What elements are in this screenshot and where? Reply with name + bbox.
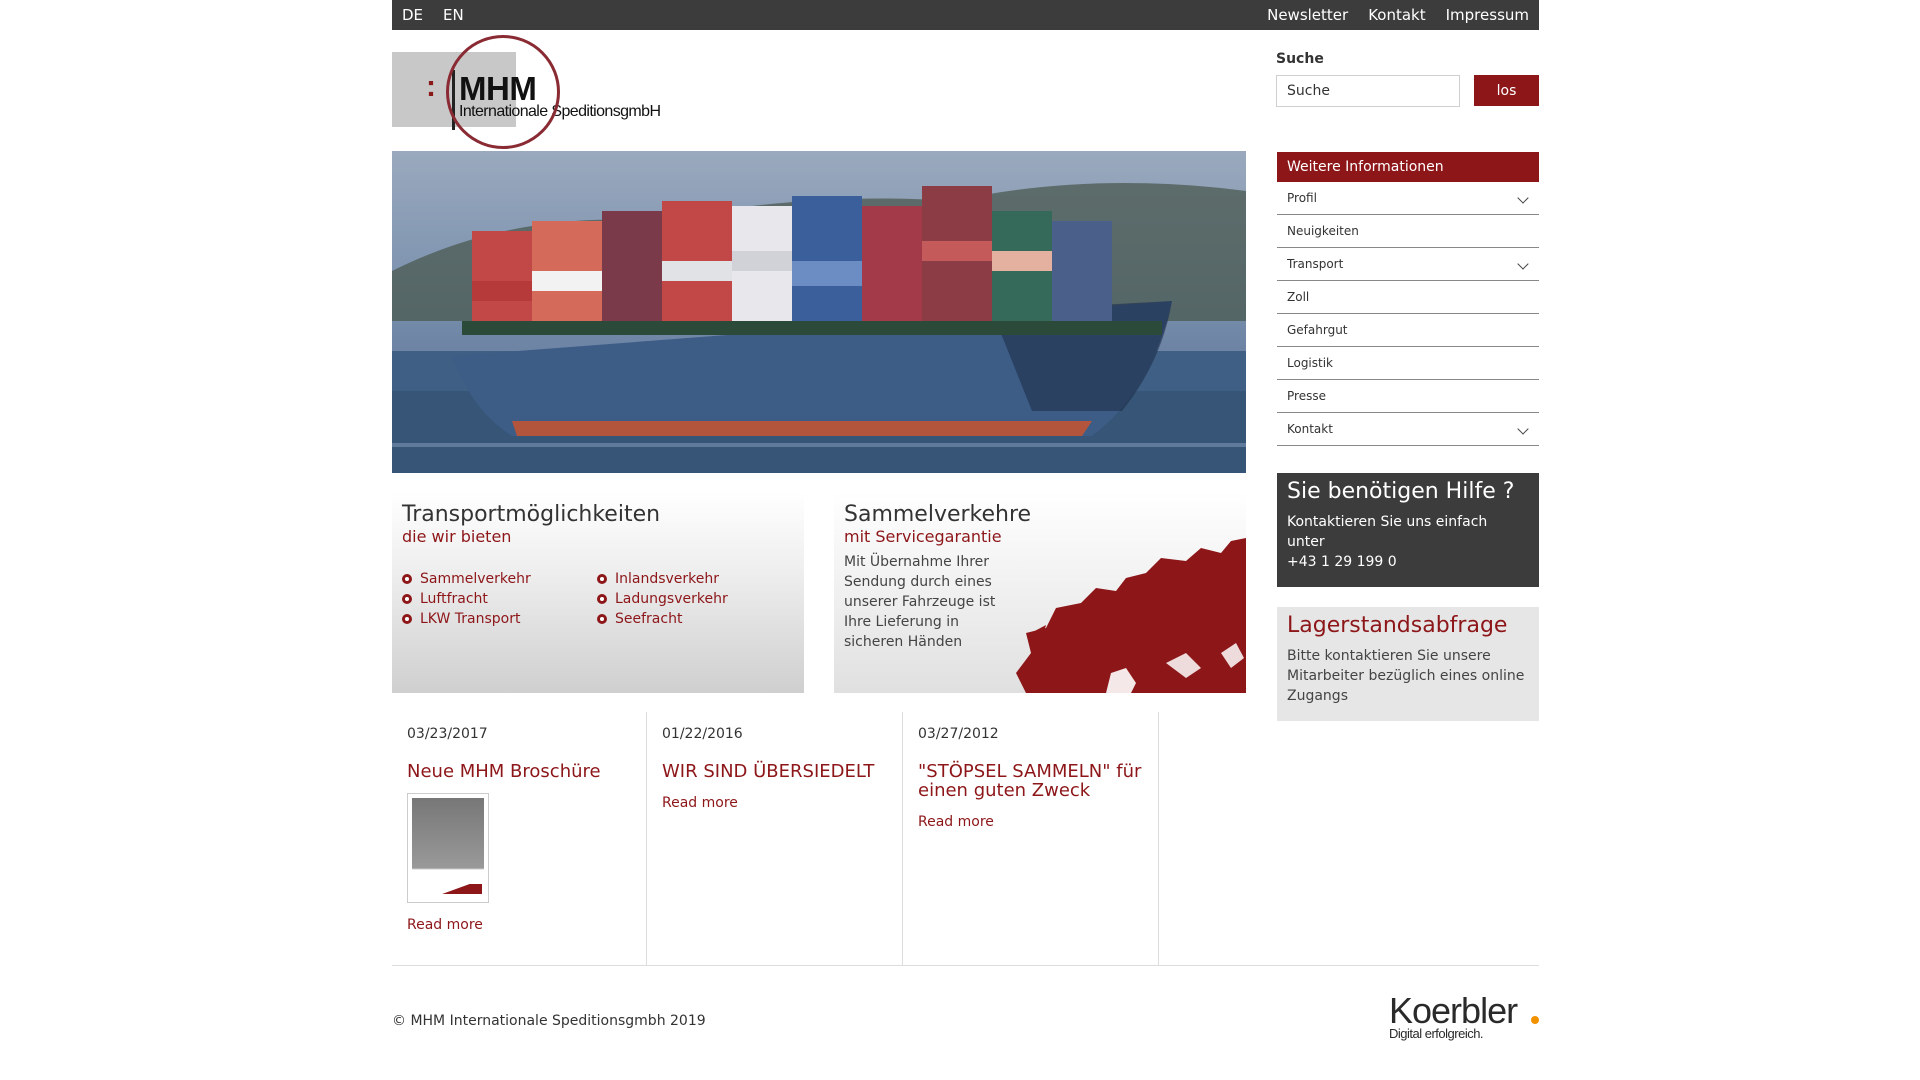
sidebar-item-kontakt[interactable]: Kontakt bbox=[1277, 413, 1539, 446]
bullet-icon bbox=[402, 594, 412, 604]
chevron-down-icon[interactable] bbox=[1517, 258, 1529, 270]
search-box: Suche los bbox=[1276, 51, 1539, 107]
transport-subtitle: die wir bieten bbox=[402, 527, 512, 546]
link-label: LKW Transport bbox=[420, 611, 521, 627]
sidebar-item-label: Zoll bbox=[1287, 290, 1310, 304]
link-label: Sammelverkehr bbox=[420, 571, 531, 587]
sidebar-item-neuigkeiten[interactable]: Neuigkeiten bbox=[1277, 215, 1539, 248]
sidebar-item-label: Kontakt bbox=[1287, 422, 1333, 436]
footer-divider bbox=[392, 965, 1539, 966]
help-text: Kontaktieren Sie uns einfach unter bbox=[1287, 514, 1488, 550]
news-title[interactable]: "STÖPSEL SAMMELN" für einen guten Zweck bbox=[918, 762, 1143, 800]
stock-query-title[interactable]: Lagerstandsabfrage bbox=[1287, 613, 1529, 638]
bullet-icon bbox=[597, 594, 607, 604]
news-date: 03/27/2012 bbox=[918, 726, 999, 742]
kontakt-link[interactable]: Kontakt bbox=[1368, 6, 1425, 24]
transport-link-ladungsverkehr[interactable]: Ladungsverkehr bbox=[597, 590, 792, 608]
sidebar-title: Weitere Informationen bbox=[1277, 152, 1539, 182]
bullet-icon bbox=[402, 574, 412, 584]
language-switcher: DE EN bbox=[402, 6, 464, 24]
koerbler-tagline: Digital erfolgreich. bbox=[1389, 1026, 1484, 1041]
page: DE EN Newsletter Kontakt Impressum : MHM… bbox=[392, 0, 1539, 1080]
news-date: 01/22/2016 bbox=[662, 726, 743, 742]
stock-query-box[interactable]: Lagerstandsabfrage Bitte kontaktieren Si… bbox=[1277, 607, 1539, 721]
transport-options-box: Transportmöglichkeiten die wir bieten Sa… bbox=[392, 492, 804, 693]
sidebar-item-zoll[interactable]: Zoll bbox=[1277, 281, 1539, 314]
transport-link-luftfracht[interactable]: Luftfracht bbox=[402, 590, 597, 608]
sammel-title: Sammelverkehre bbox=[844, 502, 1032, 527]
news-item: 03/27/2012 "STÖPSEL SAMMELN" für einen g… bbox=[903, 712, 1159, 965]
sidebar-item-label: Gefahrgut bbox=[1287, 323, 1348, 337]
logo-colon: : bbox=[426, 70, 436, 103]
transport-link-seefracht[interactable]: Seefracht bbox=[597, 610, 792, 628]
read-more-link[interactable]: Read more bbox=[918, 814, 1143, 830]
help-title: Sie benötigen Hilfe ? bbox=[1287, 479, 1515, 504]
koerbler-dot bbox=[1531, 1016, 1539, 1024]
link-label: Luftfracht bbox=[420, 591, 488, 607]
sidebar-nav: Weitere Informationen Profil Neuigkeiten… bbox=[1277, 152, 1539, 446]
sidebar-item-label: Presse bbox=[1287, 389, 1326, 403]
lang-en-link[interactable]: EN bbox=[443, 6, 464, 24]
bullet-icon bbox=[597, 614, 607, 624]
search-label: Suche bbox=[1276, 51, 1324, 67]
transport-link-sammelverkehr[interactable]: Sammelverkehr bbox=[402, 570, 597, 588]
search-button[interactable]: los bbox=[1474, 75, 1539, 106]
read-more-link[interactable]: Read more bbox=[662, 795, 887, 811]
copyright-text: © MHM Internationale Speditionsgmbh 2019 bbox=[392, 1013, 706, 1029]
container-ship-illustration bbox=[392, 183, 1246, 473]
news-title[interactable]: Neue MHM Broschüre bbox=[407, 762, 631, 781]
sidebar-item-logistik[interactable]: Logistik bbox=[1277, 347, 1539, 380]
stock-query-text: Bitte kontaktieren Sie unsere Mitarbeite… bbox=[1287, 648, 1525, 704]
news-date: 03/23/2017 bbox=[407, 726, 488, 742]
transport-link-lkw[interactable]: LKW Transport bbox=[402, 610, 597, 628]
news-title[interactable]: WIR SIND ÜBERSIEDELT bbox=[662, 762, 887, 781]
sidebar-item-label: Logistik bbox=[1287, 356, 1334, 370]
search-input[interactable] bbox=[1276, 75, 1460, 107]
top-bar: DE EN Newsletter Kontakt Impressum bbox=[392, 0, 1539, 30]
hero-image bbox=[392, 151, 1246, 473]
news-section: 03/23/2017 Neue MHM Broschüre Read more … bbox=[392, 712, 1168, 965]
europe-map-icon bbox=[1016, 538, 1246, 693]
lang-de-link[interactable]: DE bbox=[402, 6, 423, 24]
brochure-thumbnail[interactable] bbox=[407, 793, 489, 903]
koerbler-logo[interactable]: Koerbler Digital erfolgreich. bbox=[1389, 990, 1539, 1042]
chevron-down-icon[interactable] bbox=[1517, 423, 1529, 435]
sidebar-item-gefahrgut[interactable]: Gefahrgut bbox=[1277, 314, 1539, 347]
read-more-link[interactable]: Read more bbox=[407, 917, 631, 933]
newsletter-link[interactable]: Newsletter bbox=[1267, 6, 1348, 24]
sidebar-item-label: Profil bbox=[1287, 191, 1317, 205]
chevron-down-icon[interactable] bbox=[1517, 192, 1529, 204]
logo-ring bbox=[446, 35, 560, 149]
top-links: Newsletter Kontakt Impressum bbox=[1267, 6, 1529, 24]
impressum-link[interactable]: Impressum bbox=[1446, 6, 1529, 24]
sidebar-item-profil[interactable]: Profil bbox=[1277, 182, 1539, 215]
bullet-icon bbox=[597, 574, 607, 584]
transport-list: Sammelverkehr Inlandsverkehr Luftfracht … bbox=[402, 570, 792, 628]
sammel-text: Mit Übernahme Ihrer Sendung durch eines … bbox=[844, 554, 996, 650]
sidebar-item-label: Transport bbox=[1287, 257, 1344, 271]
help-box: Sie benötigen Hilfe ? Kontaktieren Sie u… bbox=[1277, 473, 1539, 587]
company-logo[interactable]: : MHM Internationale SpeditionsgmbH bbox=[392, 34, 672, 152]
transport-link-inlandsverkehr[interactable]: Inlandsverkehr bbox=[597, 570, 792, 588]
sidebar-item-transport[interactable]: Transport bbox=[1277, 248, 1539, 281]
sidebar-item-label: Neuigkeiten bbox=[1287, 224, 1359, 238]
link-label: Seefracht bbox=[615, 611, 683, 627]
help-phone[interactable]: +43 1 29 199 0 bbox=[1287, 552, 1529, 572]
news-item: 01/22/2016 WIR SIND ÜBERSIEDELT Read mor… bbox=[647, 712, 903, 965]
sidebar-item-presse[interactable]: Presse bbox=[1277, 380, 1539, 413]
sammelverkehre-box[interactable]: Sammelverkehre mit Servicegarantie Mit Ü… bbox=[834, 492, 1246, 693]
bullet-icon bbox=[402, 614, 412, 624]
news-item: 03/23/2017 Neue MHM Broschüre Read more bbox=[392, 712, 647, 965]
transport-title: Transportmöglichkeiten bbox=[402, 502, 661, 527]
link-label: Ladungsverkehr bbox=[615, 591, 728, 607]
link-label: Inlandsverkehr bbox=[615, 571, 720, 587]
